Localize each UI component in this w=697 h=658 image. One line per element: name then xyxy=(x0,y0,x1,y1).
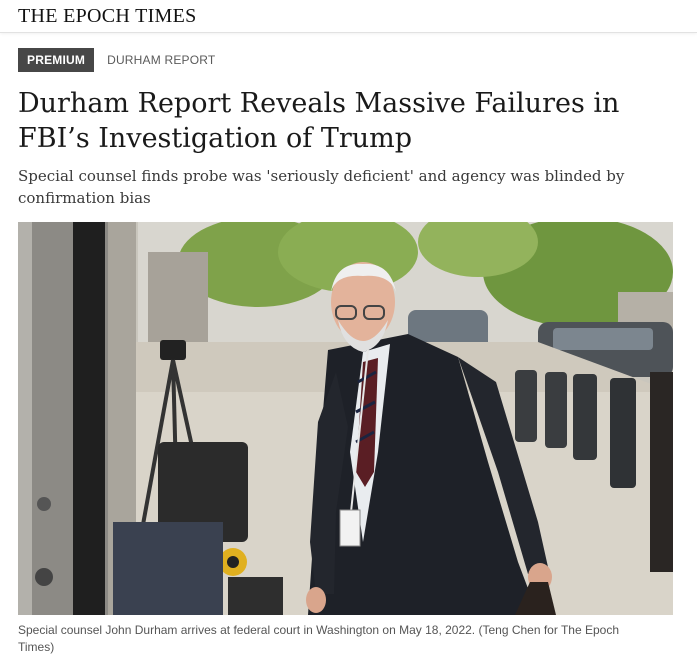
photo-illustration xyxy=(18,222,673,615)
site-logo[interactable]: THE EPOCH TIMES xyxy=(18,5,197,28)
section-link-durham-report[interactable]: DURHAM REPORT xyxy=(107,53,215,67)
premium-badge[interactable]: PREMIUM xyxy=(18,48,95,72)
article-subheadline: Special counsel finds probe was 'serious… xyxy=(18,167,625,207)
photo-caption: Special counsel John Durham arrives at f… xyxy=(18,623,620,654)
article-headline: Durham Report Reveals Massive Failures i… xyxy=(18,88,620,154)
masthead: THE EPOCH TIMES xyxy=(0,0,697,33)
article-tags: PREMIUM DURHAM REPORT xyxy=(18,48,215,72)
article-photo xyxy=(18,222,673,615)
